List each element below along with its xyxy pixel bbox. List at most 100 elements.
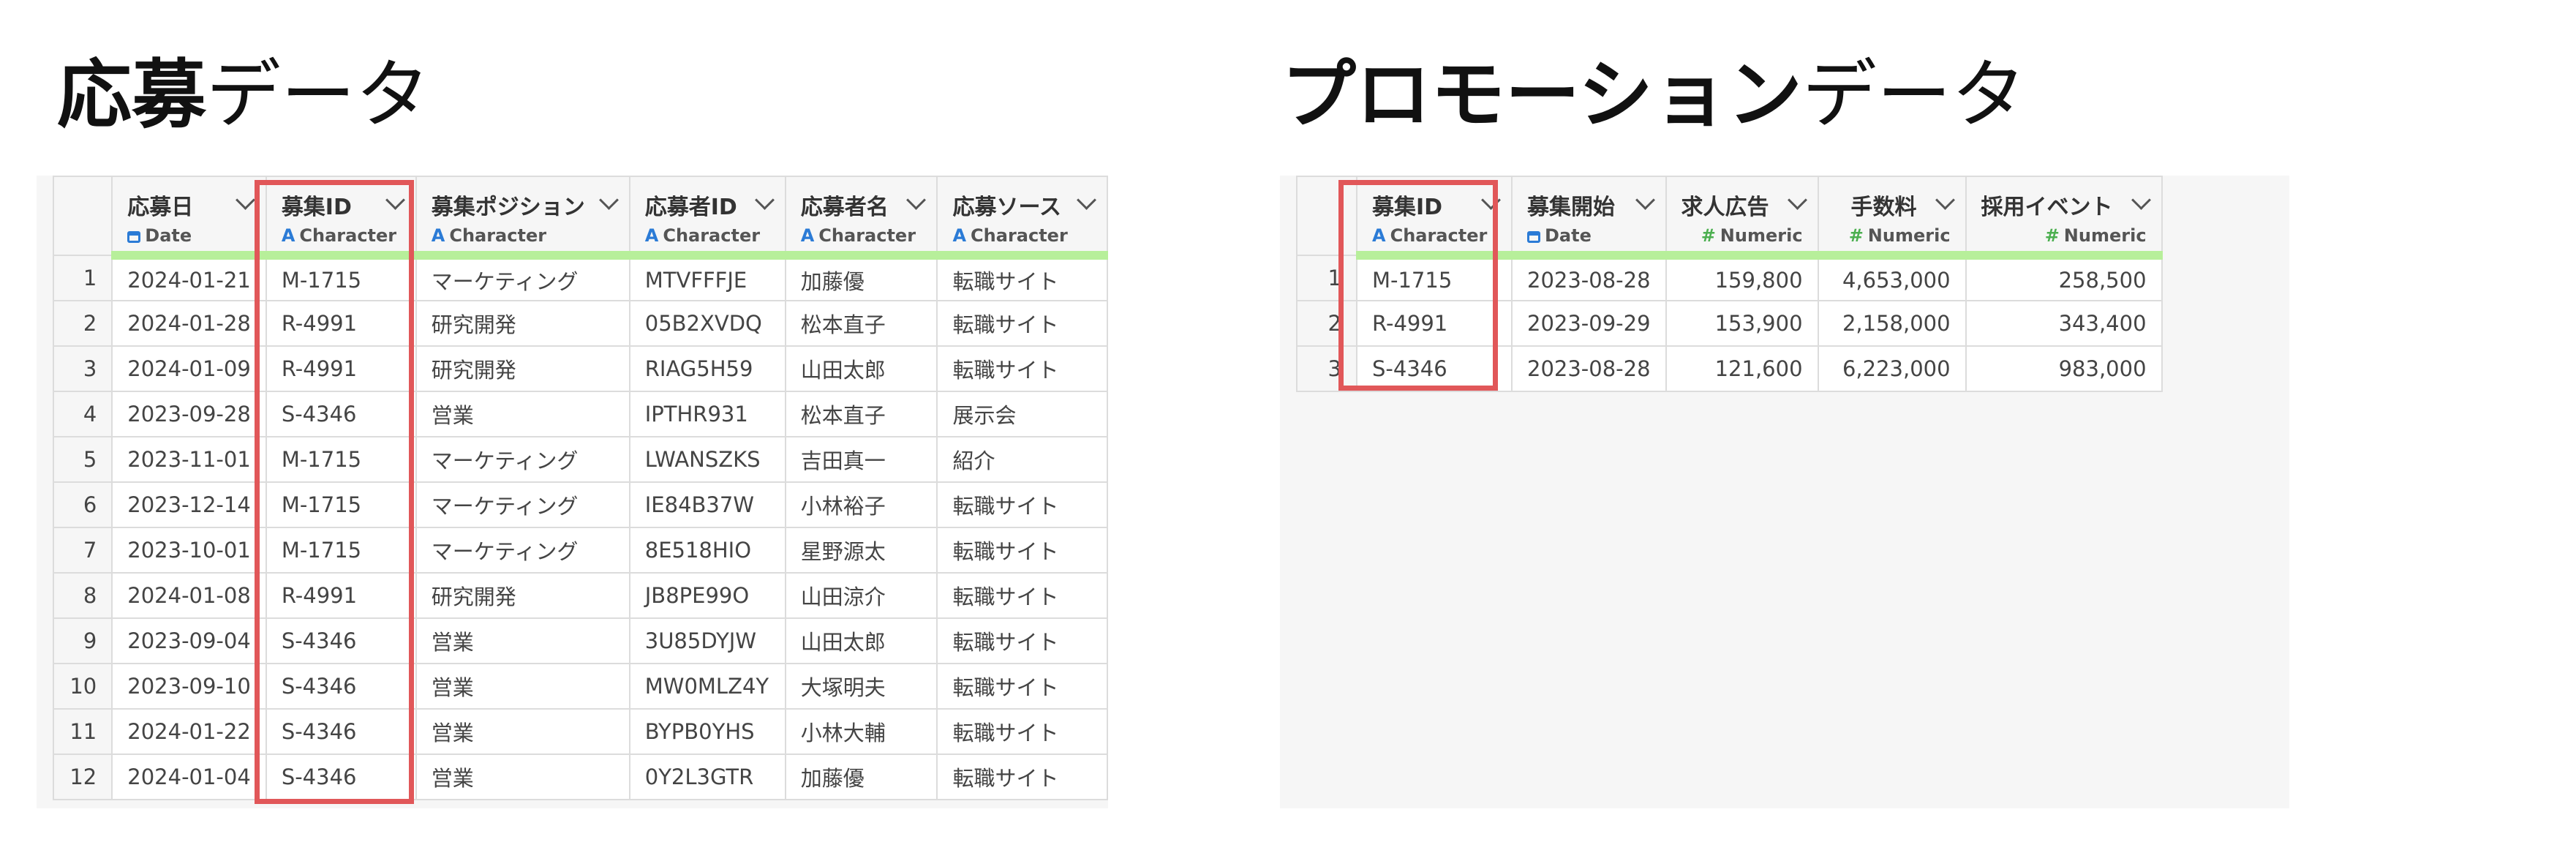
table-cell[interactable]: 松本直子	[784, 300, 938, 347]
table-cell[interactable]: 大塚明夫	[784, 663, 938, 710]
table-cell[interactable]: 転職サイト	[936, 255, 1108, 301]
table-cell[interactable]: M-1715	[1356, 255, 1513, 301]
table-cell[interactable]: 営業	[415, 708, 630, 755]
table-cell[interactable]: 営業	[415, 663, 630, 710]
table-cell[interactable]: 吉田真一	[784, 436, 938, 483]
table-cell[interactable]: 2024-01-22	[111, 708, 267, 755]
table-cell[interactable]: 山田涼介	[784, 572, 938, 619]
table-cell[interactable]: 4,653,000	[1817, 255, 1967, 301]
table-cell[interactable]: 展示会	[936, 391, 1108, 437]
table-cell[interactable]: S-4346	[265, 617, 417, 664]
table-cell[interactable]: 営業	[415, 754, 630, 800]
table-cell[interactable]: 研究開発	[415, 300, 630, 347]
table-cell[interactable]: 2024-01-04	[111, 754, 267, 800]
table-cell[interactable]: 転職サイト	[936, 617, 1108, 664]
table-cell[interactable]: M-1715	[265, 481, 417, 528]
table-cell[interactable]: IPTHR931	[628, 391, 786, 437]
table-cell[interactable]: 258,500	[1965, 255, 2163, 301]
column-header[interactable]: 募集ID A Character	[1356, 176, 1513, 260]
table-cell[interactable]: マーケティング	[415, 436, 630, 483]
table-cell[interactable]: RIAG5H59	[628, 345, 786, 392]
table-cell[interactable]: BYPB0YHS	[628, 708, 786, 755]
table-cell[interactable]: 小林裕子	[784, 481, 938, 528]
table-cell[interactable]: 加藤優	[784, 255, 938, 301]
table-cell[interactable]: マーケティング	[415, 527, 630, 574]
table-cell[interactable]: 転職サイト	[936, 345, 1108, 392]
column-header[interactable]: 募集開始 Date	[1511, 176, 1667, 260]
table-cell[interactable]: 3U85DYJW	[628, 617, 786, 664]
table-cell[interactable]: 343,400	[1965, 300, 2163, 347]
table-cell[interactable]: 転職サイト	[936, 300, 1108, 347]
table-cell[interactable]: 2023-10-01	[111, 527, 267, 574]
table-cell[interactable]: 営業	[415, 617, 630, 664]
table-cell[interactable]: 山田太郎	[784, 345, 938, 392]
column-header[interactable]: 募集ポジション A Character	[415, 176, 630, 260]
table-cell[interactable]: 加藤優	[784, 754, 938, 800]
column-header[interactable]: 応募日 Date	[111, 176, 267, 260]
table-cell[interactable]: 2023-11-01	[111, 436, 267, 483]
table-cell[interactable]: マーケティング	[415, 481, 630, 528]
table-cell[interactable]: LWANSZKS	[628, 436, 786, 483]
table-cell[interactable]: 紹介	[936, 436, 1108, 483]
table-cell[interactable]: 2023-12-14	[111, 481, 267, 528]
table-cell[interactable]: S-4346	[265, 754, 417, 800]
table-cell[interactable]: 0Y2L3GTR	[628, 754, 786, 800]
table-cell[interactable]: M-1715	[265, 527, 417, 574]
table-cell[interactable]: 転職サイト	[936, 708, 1108, 755]
table-cell[interactable]: M-1715	[265, 255, 417, 301]
table-cell[interactable]: 研究開発	[415, 572, 630, 619]
table-cell[interactable]: 2024-01-28	[111, 300, 267, 347]
table-cell[interactable]: M-1715	[265, 436, 417, 483]
table-cell[interactable]: 2023-08-28	[1511, 255, 1667, 301]
table-cell[interactable]: マーケティング	[415, 255, 630, 301]
column-header[interactable]: 手数料 # Numeric	[1817, 176, 1967, 260]
column-header[interactable]: 求人広告 # Numeric	[1665, 176, 1819, 260]
table-cell[interactable]: 転職サイト	[936, 481, 1108, 528]
table-cell[interactable]: 研究開発	[415, 345, 630, 392]
table-cell[interactable]: 121,600	[1665, 345, 1819, 392]
column-header[interactable]: 応募ソース A Character	[936, 176, 1108, 260]
table-cell[interactable]: 転職サイト	[936, 572, 1108, 619]
table-cell[interactable]: 8E518HIO	[628, 527, 786, 574]
table-cell[interactable]: 転職サイト	[936, 754, 1108, 800]
table-cell[interactable]: S-4346	[265, 391, 417, 437]
table-cell[interactable]: 2024-01-21	[111, 255, 267, 301]
table-cell[interactable]: 983,000	[1965, 345, 2163, 392]
table-cell[interactable]: IE84B37W	[628, 481, 786, 528]
row-number: 10	[52, 663, 113, 710]
table-cell[interactable]: MTVFFFJE	[628, 255, 786, 301]
table-cell[interactable]: MW0MLZ4Y	[628, 663, 786, 710]
table-cell[interactable]: 159,800	[1665, 255, 1819, 301]
table-cell[interactable]: S-4346	[265, 708, 417, 755]
table-cell[interactable]: 営業	[415, 391, 630, 437]
column-header[interactable]: 応募者名 A Character	[784, 176, 938, 260]
table-cell[interactable]: 小林大輔	[784, 708, 938, 755]
table-cell[interactable]: 星野源太	[784, 527, 938, 574]
table-cell[interactable]: 転職サイト	[936, 527, 1108, 574]
table-cell[interactable]: 2024-01-09	[111, 345, 267, 392]
table-cell[interactable]: S-4346	[1356, 345, 1513, 392]
table-cell[interactable]: 2,158,000	[1817, 300, 1967, 347]
table-cell[interactable]: 2023-09-04	[111, 617, 267, 664]
table-cell[interactable]: 転職サイト	[936, 663, 1108, 710]
table-cell[interactable]: 2024-01-08	[111, 572, 267, 619]
table-cell[interactable]: R-4991	[265, 345, 417, 392]
table-cell[interactable]: 2023-09-10	[111, 663, 267, 710]
column-header[interactable]: 応募者ID A Character	[628, 176, 786, 260]
column-header[interactable]: 採用イベント # Numeric	[1965, 176, 2163, 260]
table-cell[interactable]: S-4346	[265, 663, 417, 710]
table-cell[interactable]: 2023-08-28	[1511, 345, 1667, 392]
table-cell[interactable]: R-4991	[265, 572, 417, 619]
table-cell[interactable]: 2023-09-29	[1511, 300, 1667, 347]
table-cell[interactable]: 05B2XVDQ	[628, 300, 786, 347]
table-cell[interactable]: 松本直子	[784, 391, 938, 437]
column-header[interactable]: 募集ID A Character	[265, 176, 417, 260]
table-cell[interactable]: JB8PE99O	[628, 572, 786, 619]
table-cell[interactable]: 山田太郎	[784, 617, 938, 664]
numeric-type-icon: #	[1848, 225, 1864, 246]
table-cell[interactable]: 2023-09-28	[111, 391, 267, 437]
table-cell[interactable]: R-4991	[265, 300, 417, 347]
table-cell[interactable]: R-4991	[1356, 300, 1513, 347]
table-cell[interactable]: 153,900	[1665, 300, 1819, 347]
table-cell[interactable]: 6,223,000	[1817, 345, 1967, 392]
